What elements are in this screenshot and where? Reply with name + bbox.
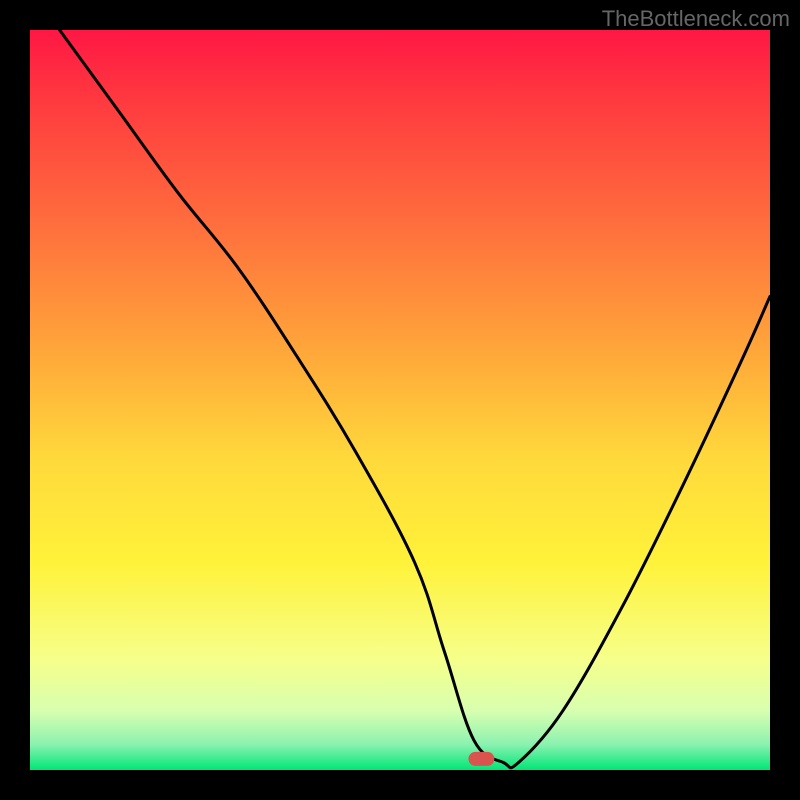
optimal-marker bbox=[468, 752, 494, 766]
chart-container: TheBottleneck.com bbox=[0, 0, 800, 800]
watermark-text: TheBottleneck.com bbox=[602, 6, 790, 32]
chart-svg bbox=[0, 0, 800, 800]
